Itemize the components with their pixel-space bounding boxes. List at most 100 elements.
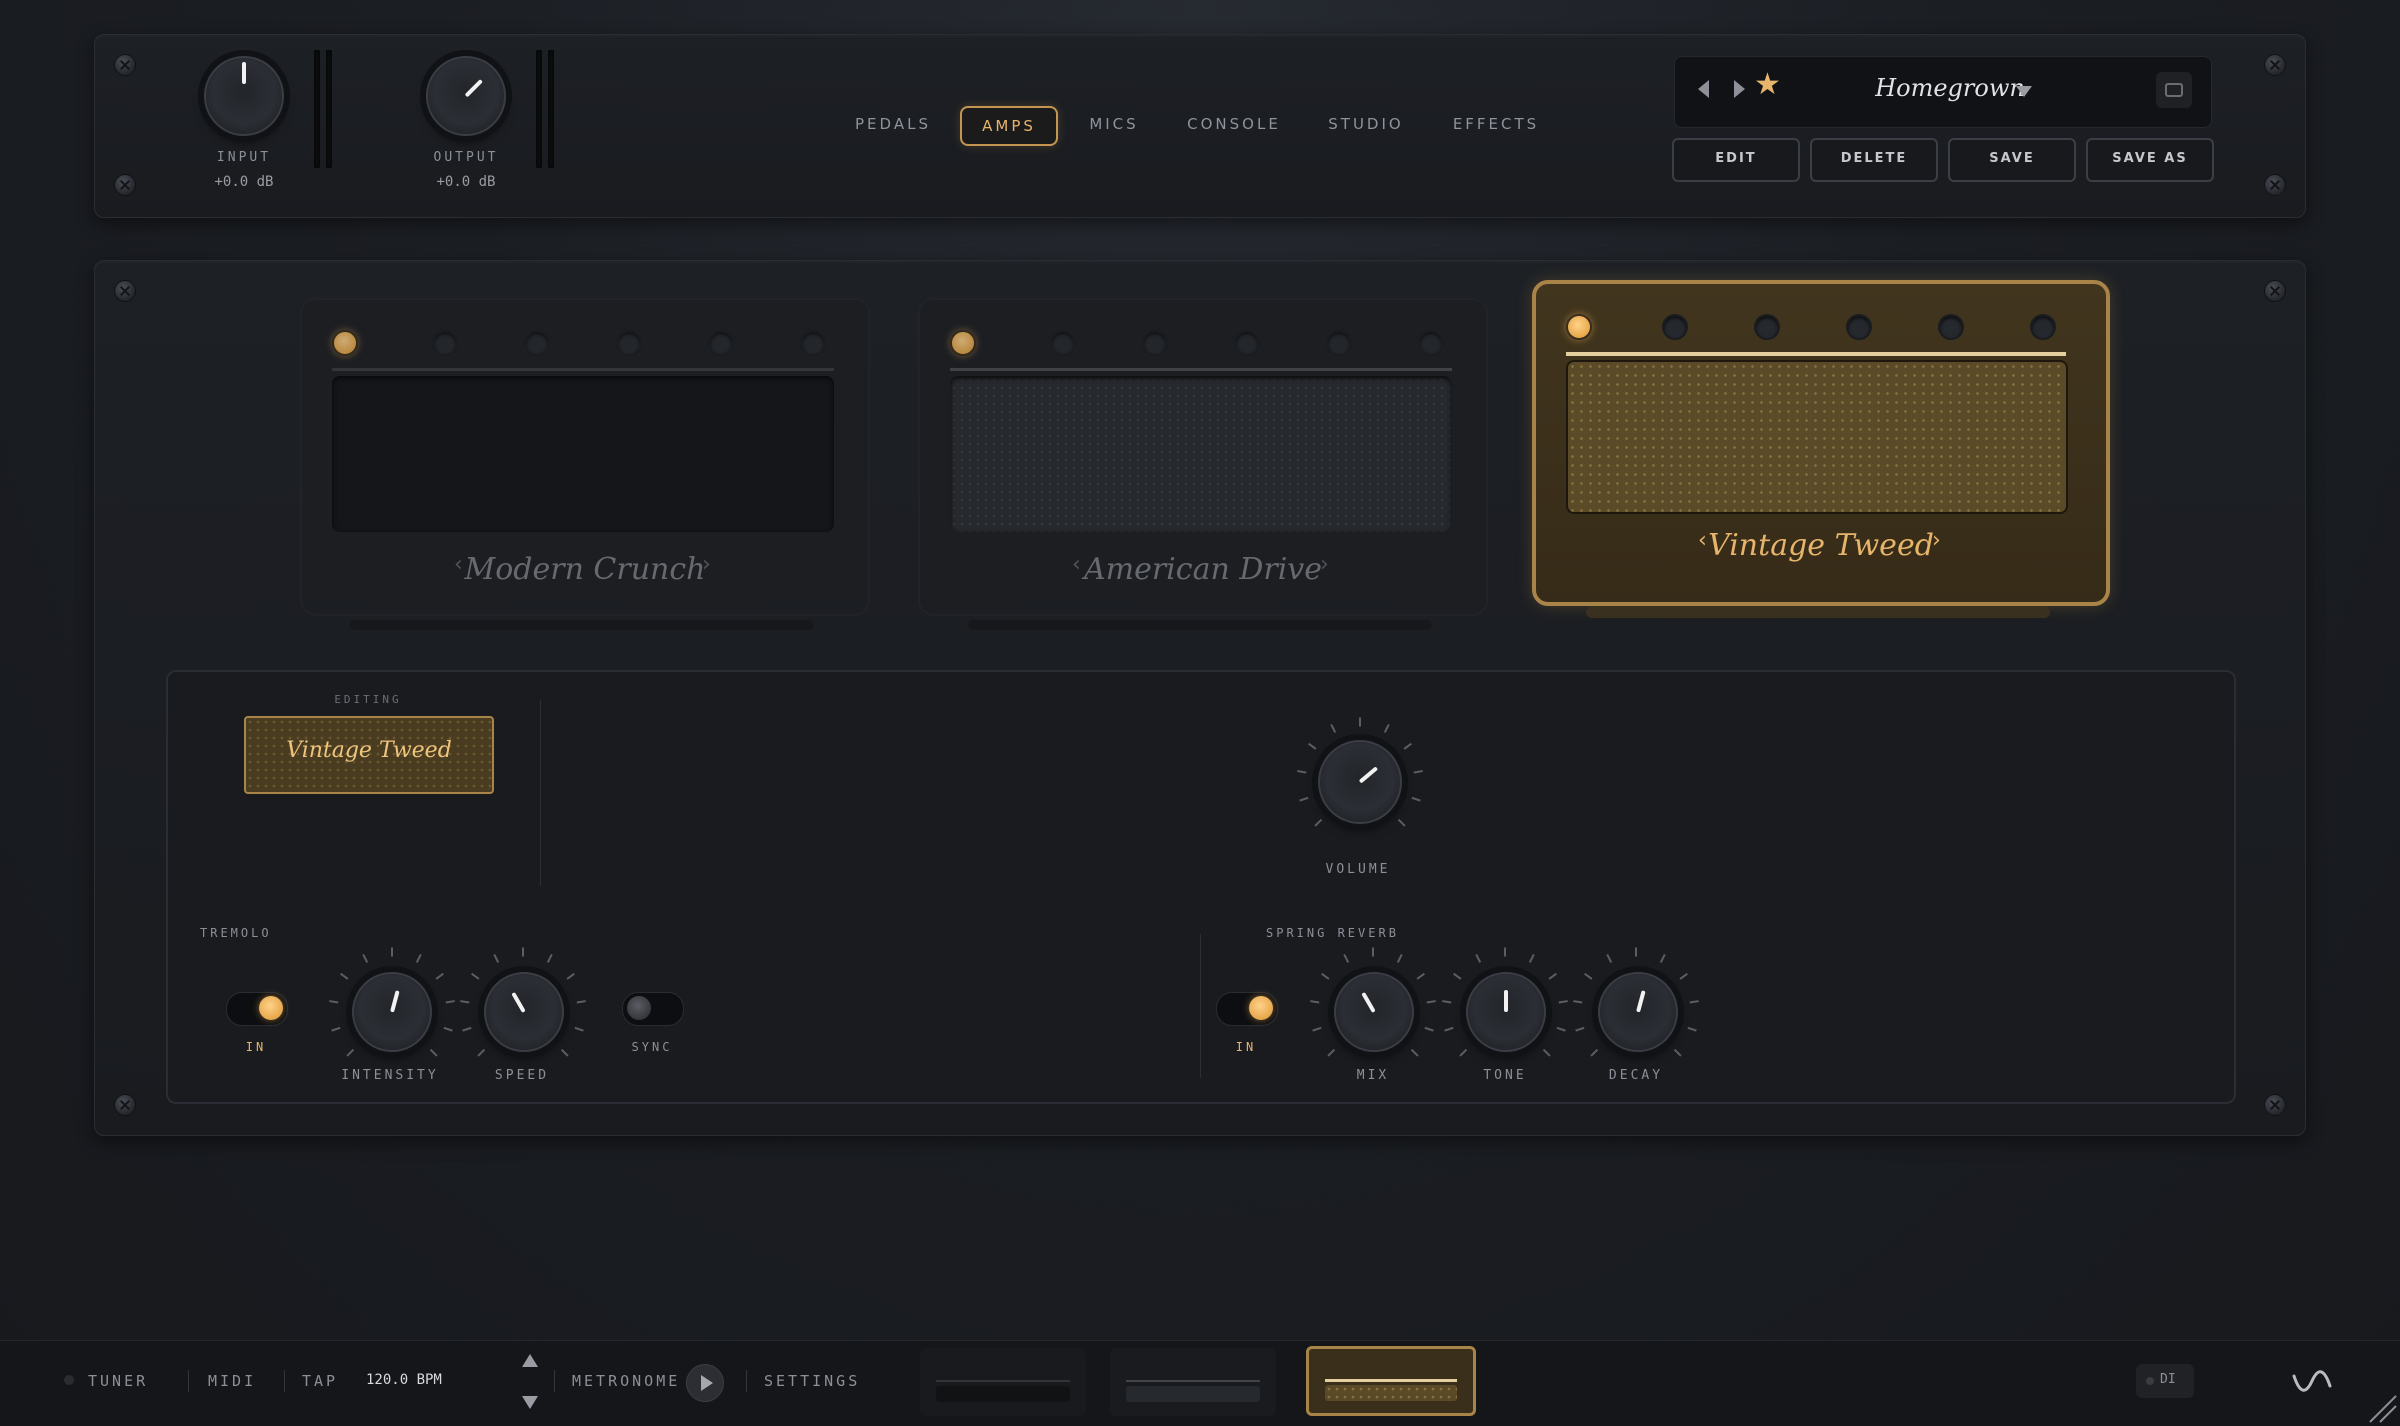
next-preset-icon[interactable] bbox=[1734, 80, 1745, 98]
resize-grip-icon[interactable] bbox=[2366, 1392, 2398, 1424]
tab-console[interactable]: CONSOLE bbox=[1180, 106, 1288, 142]
knob-tick bbox=[522, 947, 524, 957]
amp-led bbox=[1938, 314, 1964, 340]
editing-label: EDITING bbox=[334, 693, 402, 706]
knob-tick bbox=[1299, 796, 1309, 802]
mix-knob[interactable] bbox=[1334, 972, 1414, 1052]
knob-tick bbox=[1410, 1048, 1419, 1057]
thumb-trim bbox=[936, 1380, 1070, 1382]
knob-tick bbox=[1312, 1026, 1322, 1032]
tab-pedals[interactable]: PEDALS bbox=[846, 106, 940, 142]
amp-shadow bbox=[1586, 606, 2050, 618]
knob-tick bbox=[1687, 1026, 1697, 1032]
amp-trim bbox=[332, 368, 834, 371]
amp-card-american-drive[interactable]: ‹ American Drive › bbox=[918, 298, 1488, 616]
reverb-in-toggle[interactable] bbox=[1216, 992, 1278, 1026]
tab-mics[interactable]: MICS bbox=[1074, 106, 1154, 142]
settings-button[interactable]: SETTINGS bbox=[764, 1372, 860, 1390]
knob-tick bbox=[435, 972, 444, 980]
knob-tick bbox=[566, 972, 575, 980]
amp-trim bbox=[950, 368, 1452, 371]
knob-tick bbox=[1475, 953, 1482, 963]
sync-toggle[interactable] bbox=[622, 992, 684, 1026]
decay-knob[interactable] bbox=[1598, 972, 1678, 1052]
knob-tick bbox=[1310, 1000, 1320, 1004]
bpm-down-icon[interactable] bbox=[522, 1396, 538, 1409]
footer-separator bbox=[746, 1370, 747, 1392]
amp-led bbox=[708, 330, 734, 356]
knob-tick bbox=[1321, 972, 1330, 980]
amp-thumb-vintage-tweed[interactable] bbox=[1306, 1346, 1476, 1416]
knob-tick bbox=[1397, 818, 1406, 827]
knob-tick bbox=[1308, 742, 1317, 750]
reverb-in-label: IN bbox=[1235, 1040, 1257, 1054]
knob-tick bbox=[1416, 972, 1425, 980]
volume-knob[interactable] bbox=[1318, 740, 1402, 824]
next-amp-icon[interactable]: › bbox=[702, 552, 711, 577]
tuner-button[interactable]: TUNER bbox=[88, 1372, 148, 1390]
footer-separator bbox=[554, 1370, 555, 1392]
waveform-icon[interactable] bbox=[2292, 1368, 2332, 1394]
volume-label: VOLUME bbox=[1325, 862, 1391, 877]
prev-preset-icon[interactable] bbox=[1698, 80, 1709, 98]
knob-tick bbox=[560, 1048, 569, 1057]
speed-label: SPEED bbox=[494, 1068, 550, 1083]
knob-tick bbox=[1689, 1000, 1699, 1004]
preset-dropdown-icon[interactable] bbox=[2016, 86, 2032, 97]
amp-grill bbox=[950, 376, 1452, 532]
input-knob[interactable] bbox=[204, 56, 284, 136]
amp-card-vintage-tweed[interactable]: ‹ Vintage Tweed › bbox=[1532, 280, 2110, 606]
knob-tick bbox=[1383, 723, 1390, 733]
midi-button[interactable]: MIDI bbox=[208, 1372, 256, 1390]
tone-knob[interactable] bbox=[1466, 972, 1546, 1052]
amp-thumb-modern-crunch[interactable] bbox=[920, 1348, 1086, 1416]
output-meter-right bbox=[548, 50, 554, 168]
knob-tick bbox=[1556, 1026, 1566, 1032]
amp-led bbox=[1846, 314, 1872, 340]
knob-tick bbox=[1297, 770, 1307, 774]
speed-knob[interactable] bbox=[484, 972, 564, 1052]
edit-button[interactable]: EDIT bbox=[1672, 138, 1800, 182]
knob-tick bbox=[1558, 1000, 1568, 1004]
knob-tick bbox=[1679, 972, 1688, 980]
favorite-star-icon[interactable]: ★ bbox=[1754, 70, 1781, 100]
amp-power-led bbox=[332, 330, 358, 356]
bpm-value[interactable]: 120.0 BPM bbox=[366, 1372, 442, 1388]
knob-tick bbox=[346, 1048, 355, 1057]
screw-icon bbox=[2264, 280, 2286, 302]
output-knob[interactable] bbox=[426, 56, 506, 136]
knob-tick bbox=[1411, 796, 1421, 802]
di-button[interactable]: DI bbox=[2136, 1364, 2194, 1398]
knob-tick bbox=[576, 1000, 586, 1004]
intensity-knob[interactable] bbox=[352, 972, 432, 1052]
mix-label: MIX bbox=[1356, 1068, 1390, 1083]
knob-tick bbox=[415, 953, 422, 963]
knob-tick bbox=[391, 947, 393, 957]
tab-amps[interactable]: AMPS bbox=[960, 106, 1058, 146]
decay-label: DECAY bbox=[1608, 1068, 1664, 1083]
metronome-play-button[interactable] bbox=[686, 1364, 724, 1402]
delete-button[interactable]: DELETE bbox=[1810, 138, 1938, 182]
next-amp-icon[interactable]: › bbox=[1932, 528, 1941, 553]
amp-led bbox=[800, 330, 826, 356]
intensity-label: INTENSITY bbox=[341, 1068, 439, 1083]
save-button[interactable]: SAVE bbox=[1948, 138, 2076, 182]
tap-button[interactable]: TAP bbox=[302, 1372, 338, 1390]
next-amp-icon[interactable]: › bbox=[1320, 552, 1329, 577]
amp-thumb-american-drive[interactable] bbox=[1110, 1348, 1276, 1416]
knob-tick bbox=[1459, 1048, 1468, 1057]
knob-tick bbox=[329, 1000, 339, 1004]
preset-window-button[interactable] bbox=[2156, 72, 2192, 108]
tab-effects[interactable]: EFFECTS bbox=[1444, 106, 1548, 142]
amp-led bbox=[1418, 330, 1444, 356]
knob-tick bbox=[1396, 953, 1403, 963]
amp-card-modern-crunch[interactable]: ‹ Modern Crunch › bbox=[300, 298, 870, 616]
knob-tick bbox=[1528, 953, 1535, 963]
bpm-up-icon[interactable] bbox=[522, 1354, 538, 1367]
tremolo-in-toggle[interactable] bbox=[226, 992, 288, 1026]
window-icon bbox=[2165, 83, 2183, 97]
save-as-button[interactable]: SAVE AS bbox=[2086, 138, 2214, 182]
knob-tick bbox=[1444, 1026, 1454, 1032]
tab-studio[interactable]: STUDIO bbox=[1316, 106, 1416, 142]
thumb-grill bbox=[936, 1386, 1070, 1402]
